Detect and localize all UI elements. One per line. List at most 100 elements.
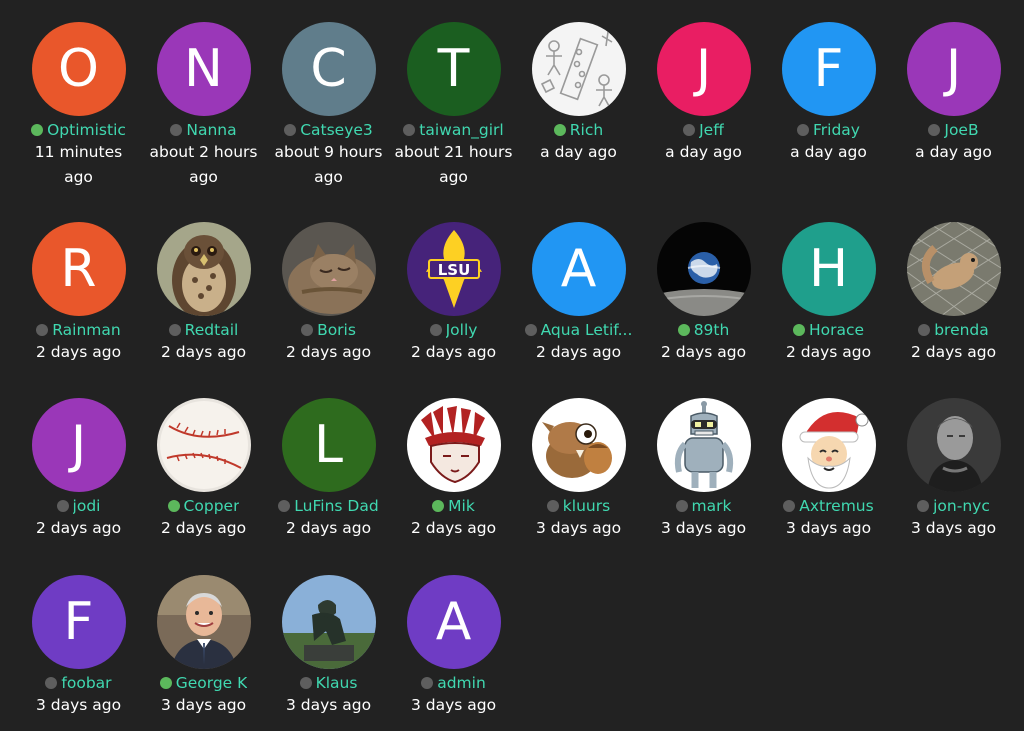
username-link[interactable]: brenda — [934, 321, 989, 339]
username-link[interactable]: Redtail — [185, 321, 239, 339]
username-link[interactable]: jon-nyc — [933, 497, 990, 515]
user-card-brenda[interactable]: brenda 2 days ago — [891, 222, 1016, 365]
last-seen-time: 3 days ago — [785, 519, 872, 537]
username-link[interactable]: Optimistic — [47, 121, 126, 139]
lsu-logo-icon[interactable]: LSU — [406, 222, 501, 316]
user-card-klaus[interactable]: Klaus 3 days ago — [266, 575, 391, 718]
user-card-friday[interactable]: F Friday a day ago — [766, 22, 891, 165]
username-link[interactable]: Rainman — [52, 321, 120, 339]
username-link[interactable]: Boris — [317, 321, 356, 339]
user-card-horace[interactable]: H Horace 2 days ago — [766, 222, 891, 365]
username-link[interactable]: LuFins Dad — [294, 497, 378, 515]
username-link[interactable]: Catseye3 — [300, 121, 373, 139]
username-link[interactable]: foobar — [61, 674, 111, 692]
user-card-jodi[interactable]: Jjodi 2 days ago — [16, 398, 141, 541]
offline-status-dot — [783, 500, 796, 512]
bender-robot-icon[interactable] — [656, 398, 751, 492]
user-avatar-letter[interactable]: F — [31, 575, 126, 669]
username-link[interactable]: 89th — [694, 321, 730, 339]
username-link[interactable]: Rich — [570, 121, 603, 139]
user-card-jolly[interactable]: LSU Jolly 2 days ago — [391, 222, 516, 365]
avatar-letter: L — [314, 415, 343, 475]
user-card-89th[interactable]: 89th 2 days ago — [641, 222, 766, 365]
username-link[interactable]: mark — [692, 497, 732, 515]
cat-photo-icon[interactable] — [281, 222, 376, 316]
username-link[interactable]: George K — [176, 674, 248, 692]
doodle-sketch-icon[interactable] — [531, 22, 626, 116]
username-link[interactable]: Nanna — [186, 121, 236, 139]
user-card-rich[interactable]: Rich a day ago — [516, 22, 641, 165]
user-avatar-letter[interactable]: O — [31, 22, 126, 116]
user-card-jeff[interactable]: J Jeff a day ago — [641, 22, 766, 165]
user-avatar-letter[interactable]: A — [406, 575, 501, 669]
username-link[interactable]: Copper — [184, 497, 240, 515]
username-link[interactable]: kluurs — [563, 497, 610, 515]
user-card-taiwan-girl[interactable]: Ttaiwan_girl about 21 hours ago — [391, 22, 516, 190]
user-card-boris[interactable]: Boris 2 days ago — [266, 222, 391, 365]
santa-face-icon[interactable] — [781, 398, 876, 492]
username-row: brenda — [891, 320, 1016, 340]
thinker-statue-icon[interactable] — [281, 575, 376, 669]
username-link[interactable]: admin — [437, 674, 486, 692]
user-card-copper[interactable]: Copper 2 days ago — [141, 398, 266, 541]
user-card-optimistic[interactable]: O Optimistic 11 minutes ago — [16, 22, 141, 190]
username-link[interactable]: Axtremus — [799, 497, 873, 515]
user-avatar-letter[interactable]: T — [406, 22, 501, 116]
user-avatar-letter[interactable]: F — [781, 22, 876, 116]
user-card-rainman[interactable]: R Rainman 2 days ago — [16, 222, 141, 365]
user-grid: O Optimistic 11 minutes ago N Nanna about 2 h… — [0, 0, 1024, 731]
last-seen-time: about 9 hours ago — [274, 143, 383, 186]
squirrel-photo-icon[interactable] — [906, 222, 1001, 316]
user-card-kluurs[interactable]: kluurs 3 days ago — [516, 398, 641, 541]
avatar-letter: F — [813, 39, 844, 99]
username-link[interactable]: Aqua Letif... — [541, 321, 633, 339]
avatar-letter: F — [63, 592, 94, 652]
baseball-icon[interactable] — [156, 398, 251, 492]
user-card-catseye3[interactable]: C Catseye3 about 9 hours ago — [266, 22, 391, 190]
user-avatar-letter[interactable]: A — [531, 222, 626, 316]
user-card-mark[interactable]: mark 3 days ago — [641, 398, 766, 541]
user-avatar-letter[interactable]: L — [281, 398, 376, 492]
username-link[interactable]: Mik — [448, 497, 475, 515]
username-link[interactable]: Klaus — [316, 674, 358, 692]
user-card-george-k[interactable]: George K 3 days ago — [141, 575, 266, 718]
last-seen-time: 2 days ago — [160, 519, 247, 537]
earthrise-photo-icon[interactable] — [656, 222, 751, 316]
user-card-redtail[interactable]: Redtail 2 days ago — [141, 222, 266, 365]
portrait-photo-icon[interactable] — [906, 398, 1001, 492]
online-status-dot — [432, 500, 445, 512]
user-avatar-letter[interactable]: C — [281, 22, 376, 116]
username-link[interactable]: Jeff — [699, 121, 724, 139]
headdress-logo-icon[interactable] — [406, 398, 501, 492]
username-row: LuFins Dad — [266, 496, 391, 516]
man-portrait-icon[interactable] — [156, 575, 251, 669]
username-link[interactable]: jodi — [73, 497, 101, 515]
username-link[interactable]: Friday — [813, 121, 860, 139]
user-avatar-letter[interactable]: R — [31, 222, 126, 316]
username-link[interactable]: Horace — [809, 321, 864, 339]
username-link[interactable]: JoeB — [944, 121, 978, 139]
username-link[interactable]: taiwan_girl — [419, 121, 503, 139]
user-card-aqua-letif[interactable]: A Aqua Letif... 2 days ago — [516, 222, 641, 365]
username-row: Jeff — [641, 120, 766, 140]
user-avatar-letter[interactable]: H — [781, 222, 876, 316]
user-avatar-letter[interactable]: J — [656, 22, 751, 116]
user-avatar-letter[interactable]: J — [906, 22, 1001, 116]
user-card-joeb[interactable]: J JoeB a day ago — [891, 22, 1016, 165]
user-card-axtremus[interactable]: Axtremus 3 days ago — [766, 398, 891, 541]
user-card-admin[interactable]: Aadmin 3 days ago — [391, 575, 516, 718]
scrat-squirrel-icon[interactable] — [531, 398, 626, 492]
user-card-nanna[interactable]: N Nanna about 2 hours ago — [141, 22, 266, 190]
last-seen-time: 3 days ago — [35, 696, 122, 714]
user-card-mik[interactable]: Mik 2 days ago — [391, 398, 516, 541]
user-card-jon-nyc[interactable]: jon-nyc 3 days ago — [891, 398, 1016, 541]
user-card-lufins-dad[interactable]: L LuFins Dad 2 days ago — [266, 398, 391, 541]
user-avatar-letter[interactable]: N — [156, 22, 251, 116]
offline-status-dot — [683, 124, 696, 136]
user-card-foobar[interactable]: Ffoobar 3 days ago — [16, 575, 141, 718]
username-row: taiwan_girl — [391, 120, 516, 140]
hawk-photo-icon[interactable] — [156, 222, 251, 316]
last-seen-time: a day ago — [915, 143, 992, 161]
user-avatar-letter[interactable]: J — [31, 398, 126, 492]
username-link[interactable]: Jolly — [446, 321, 478, 339]
